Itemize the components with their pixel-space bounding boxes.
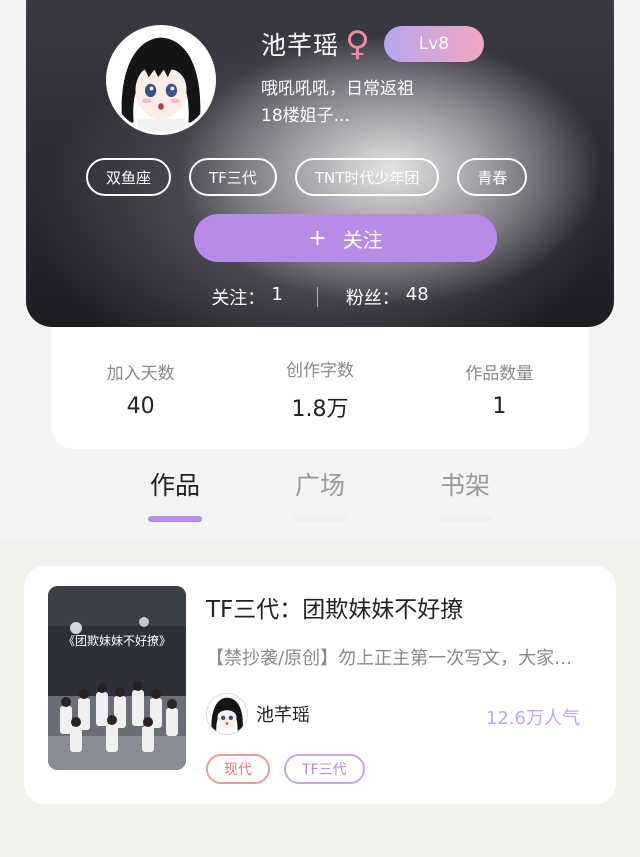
profile-tag[interactable]: 青春: [457, 158, 528, 196]
profile-tags: 双鱼座 TF三代 TNT时代少年团 青春: [86, 158, 528, 196]
cover-image: [48, 586, 186, 770]
following-label: 关注：: [211, 288, 266, 309]
follow-stats: 关注： 1 粉丝： 48: [26, 282, 614, 312]
level-badge: Lv8: [383, 26, 484, 62]
tab-square-label: 广场: [294, 471, 345, 500]
tab-works-label: 作品: [149, 471, 200, 500]
name-row: 池芊瑶 ♀ Lv8: [261, 24, 484, 64]
fans-stat[interactable]: 粉丝： 48: [346, 284, 429, 310]
join-days-value: 40: [126, 394, 155, 419]
join-days-label: 加入天数: [106, 364, 175, 384]
fans-count: 48: [405, 284, 429, 305]
works-count: 作品数量 1: [429, 359, 569, 419]
cover-title: 《团欺妹妹不好撩》: [62, 634, 171, 648]
word-count-label: 创作字数: [285, 360, 354, 381]
tab-works[interactable]: 作品: [130, 466, 220, 522]
author-row[interactable]: 池芊瑶: [206, 693, 310, 735]
female-icon: ♀: [345, 24, 370, 64]
tab-bookshelf-label: 书架: [439, 471, 490, 500]
plus-icon: +: [308, 225, 327, 251]
bio-line-1: 哦吼吼吼，日常返祖: [261, 79, 414, 99]
work-tag-genre[interactable]: 现代: [206, 754, 270, 784]
profile-tag[interactable]: TNT时代少年团: [294, 158, 440, 196]
creator-info-card: 加入天数 40 创作字数 1.8万 作品数量 1: [51, 327, 589, 449]
author-name: 池芊瑶: [256, 705, 310, 726]
profile-header: 池芊瑶 ♀ Lv8 哦吼吼吼，日常返祖 18楼姐子... 双鱼座 TF三代 TN…: [26, 0, 614, 327]
work-tag-fandom[interactable]: TF三代: [284, 754, 365, 784]
stats-divider: [316, 287, 318, 307]
follow-button[interactable]: + 关注: [194, 214, 497, 262]
following-count: 1: [271, 284, 283, 305]
bio-line-2: 18楼姐子...: [261, 106, 350, 126]
user-bio: 哦吼吼吼，日常返祖 18楼姐子...: [261, 76, 481, 130]
word-count-value: 1.8万: [291, 396, 349, 422]
fans-label: 粉丝：: [345, 288, 400, 309]
work-cover[interactable]: 《团欺妹妹不好撩》: [48, 586, 186, 770]
word-count: 创作字数 1.8万: [250, 356, 390, 423]
user-name: 池芊瑶: [261, 31, 340, 60]
follow-button-label: 关注: [342, 227, 383, 252]
tab-square[interactable]: 广场: [275, 466, 365, 522]
works-count-label: 作品数量: [465, 364, 534, 384]
join-days: 加入天数 40: [71, 359, 211, 419]
tab-indicator: [438, 516, 492, 522]
anime-girl-avatar-icon: [109, 28, 213, 132]
author-avatar: [206, 693, 248, 735]
content-tabs: 作品 广场 书架: [0, 466, 640, 526]
work-title[interactable]: TF三代：团欺妹妹不好撩: [206, 590, 463, 624]
tab-indicator: [148, 516, 202, 522]
work-tags: 现代 TF三代: [206, 754, 365, 784]
profile-tag[interactable]: 双鱼座: [86, 158, 172, 196]
profile-tag[interactable]: TF三代: [189, 158, 277, 196]
works-count-value: 1: [492, 394, 507, 419]
work-description: 【禁抄袭/原创】勿上正主第一次写文，大家多多支持: [206, 648, 590, 669]
tab-indicator: [293, 516, 347, 522]
following-stat[interactable]: 关注： 1: [211, 284, 282, 310]
tab-bookshelf[interactable]: 书架: [420, 466, 510, 522]
avatar[interactable]: [106, 25, 216, 135]
work-card[interactable]: 《团欺妹妹不好撩》 TF三代：团欺妹妹不好撩 【禁抄袭/原创】勿上正主第一次写文…: [24, 566, 616, 804]
popularity-count: 12.6万人气: [485, 708, 580, 729]
anime-girl-avatar-icon: [207, 694, 247, 734]
